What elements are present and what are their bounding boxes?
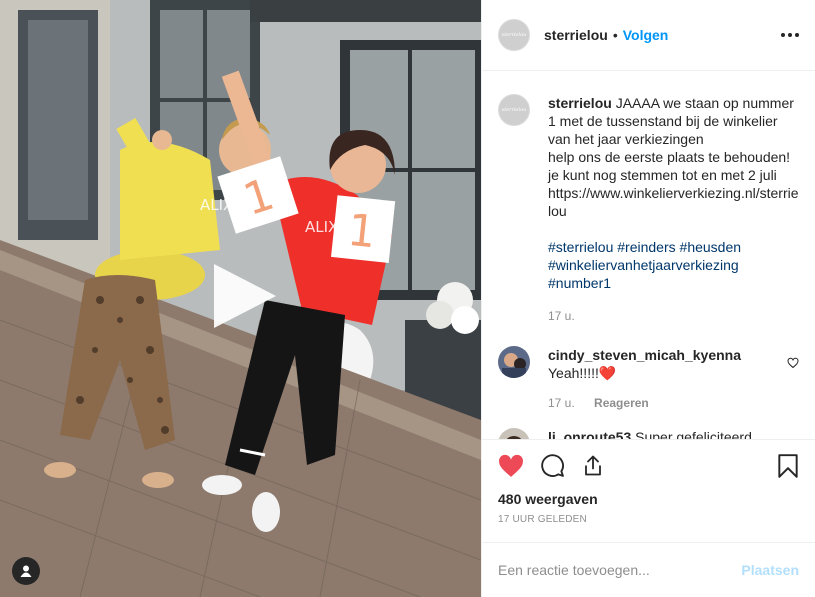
- play-button[interactable]: [206, 260, 278, 332]
- caption-line-2: help ons de eerste plaats te behouden!: [548, 149, 791, 165]
- shirt-print-left: ALIX: [200, 196, 233, 214]
- hashtag-link[interactable]: #heusden: [680, 239, 742, 255]
- caption: sterrielou sterrielou JAAAA we staan op …: [498, 94, 799, 325]
- heart-filled-icon: [499, 454, 523, 477]
- caption-username[interactable]: sterrielou: [548, 95, 612, 111]
- post-side-panel: sterrielou sterrielou • Volgen sterrielo…: [481, 0, 815, 597]
- commenter-photo: [498, 346, 530, 378]
- post-video[interactable]: 1 1 ALIX ALIX: [0, 0, 481, 597]
- caption-age: 17 u.: [548, 309, 575, 323]
- like-button[interactable]: [498, 454, 524, 478]
- post-viewer: 1 1 ALIX ALIX sterrielou sterrielou • Vo…: [0, 0, 815, 597]
- play-icon: [214, 264, 276, 328]
- comment-age: 17 u.: [548, 396, 575, 410]
- comment-body: li_onroute53 Super gefeliciteerd: [548, 428, 788, 439]
- tagged-users-button[interactable]: [12, 557, 40, 585]
- caption-avatar-brand: sterrielou: [501, 107, 527, 113]
- author-avatar[interactable]: sterrielou: [498, 19, 530, 51]
- follow-button[interactable]: Volgen: [623, 27, 669, 43]
- caption-avatar[interactable]: sterrielou: [498, 94, 530, 126]
- view-count[interactable]: 480 weergaven: [482, 491, 815, 509]
- comment-item: cindy_steven_micah_kyenna Yeah!!!!!❤️ 17…: [498, 346, 799, 412]
- hashtag-link[interactable]: #winkeliervanhetjaarverkiezing: [548, 257, 739, 273]
- author-avatar-brand: sterrielou: [501, 32, 527, 38]
- comment-button[interactable]: [540, 453, 565, 478]
- save-button[interactable]: [777, 453, 799, 479]
- bookmark-icon: [778, 453, 798, 478]
- shirt-print-right: ALIX: [305, 218, 338, 236]
- action-bar: [482, 439, 815, 491]
- share-button[interactable]: [581, 453, 605, 478]
- caption-line-3: je kunt nog stemmen tot en met 2 juli: [548, 167, 777, 183]
- comment-meta: 17 u. Reageren: [548, 394, 788, 412]
- post-header: sterrielou sterrielou • Volgen: [482, 0, 815, 71]
- add-comment-bar: Plaatsen: [482, 542, 815, 597]
- hashtags: #sterrielou #reinders #heusden #winkelie…: [548, 238, 799, 292]
- comment-input[interactable]: [498, 562, 742, 578]
- comment-emoji: ❤️: [598, 365, 617, 381]
- comment-text: Yeah!!!!!: [548, 365, 599, 381]
- commenter-avatar[interactable]: [498, 428, 530, 439]
- like-comment-heart-icon[interactable]: [787, 356, 799, 372]
- header-separator: •: [612, 27, 618, 43]
- author-username[interactable]: sterrielou: [544, 27, 608, 43]
- comment-text: Super gefeliciteerd: [635, 429, 752, 439]
- hashtag-link[interactable]: #number1: [548, 275, 611, 291]
- post-timestamp[interactable]: 17 UUR GELEDEN: [482, 514, 815, 532]
- commenter-avatar[interactable]: [498, 346, 530, 378]
- commenter-photo: [498, 428, 530, 439]
- user-icon: [20, 565, 32, 577]
- comment-body: cindy_steven_micah_kyenna Yeah!!!!!❤️ 17…: [548, 346, 788, 412]
- sign-right-number: 1: [345, 205, 378, 259]
- caption-body: sterrielou JAAAA we staan op nummer 1 me…: [548, 94, 799, 325]
- hashtag-link[interactable]: #sterrielou: [548, 239, 613, 255]
- comment-item: li_onroute53 Super gefeliciteerd: [498, 428, 799, 439]
- reply-button[interactable]: Reageren: [594, 396, 649, 410]
- more-options-icon[interactable]: [781, 33, 799, 37]
- post-comment-button[interactable]: Plaatsen: [741, 562, 799, 578]
- comment-username[interactable]: li_onroute53: [548, 429, 631, 439]
- comments-list[interactable]: sterrielou sterrielou JAAAA we staan op …: [482, 71, 815, 439]
- share-upload-icon: [585, 455, 601, 476]
- comment-bubble-icon: [541, 454, 564, 477]
- comment-username[interactable]: cindy_steven_micah_kyenna: [548, 347, 741, 363]
- caption-link: https://www.winkelierverkiezing.nl/sterr…: [548, 185, 799, 219]
- hashtag-link[interactable]: #reinders: [617, 239, 675, 255]
